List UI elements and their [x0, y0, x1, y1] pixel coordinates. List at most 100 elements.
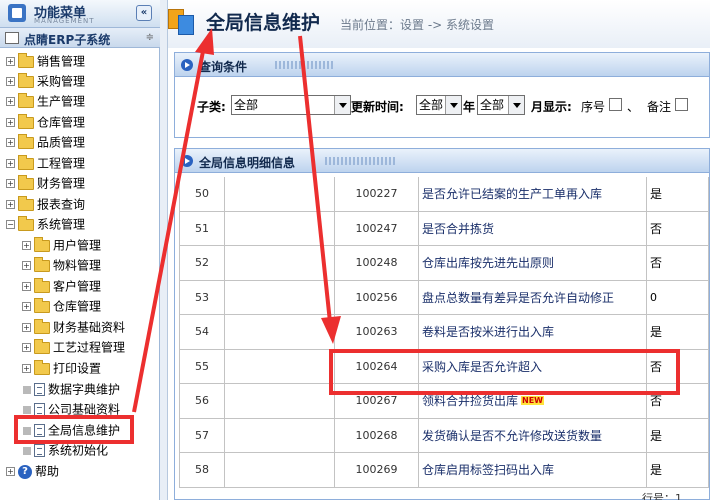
empty-cell — [225, 384, 335, 418]
sidebar-item-quality[interactable]: + 品质管理 — [6, 133, 85, 151]
sidebar-item-label: 物料管理 — [53, 258, 102, 273]
value-cell[interactable]: 是 — [647, 177, 709, 211]
sidebar-item-sales[interactable]: + 销售管理 — [6, 52, 85, 70]
expand-icon[interactable]: + — [6, 118, 15, 127]
row-indicator: 行号：1 — [642, 492, 682, 500]
new-badge: NEW — [521, 396, 544, 406]
update-time-select[interactable]: 全部 — [416, 95, 462, 115]
sidebar-item-materials[interactable]: + 物料管理 — [22, 256, 101, 274]
sidebar-item-label: 系统管理 — [37, 217, 86, 232]
expand-icon[interactable]: + — [6, 467, 15, 476]
sidebar-item-warehouse[interactable]: + 仓库管理 — [6, 113, 85, 131]
update-time-label: 更新时间: — [351, 100, 404, 114]
expand-icon[interactable]: + — [22, 241, 31, 250]
value-cell[interactable]: 否 — [647, 211, 709, 245]
code-cell: 100227 — [335, 177, 419, 211]
collapse-sidebar-button[interactable]: « — [136, 5, 152, 21]
sidebar-item-label: 数据字典维护 — [48, 382, 121, 397]
note-checkbox[interactable] — [675, 98, 688, 111]
table-row[interactable]: 51 100247 是否合并拣货否 — [179, 211, 709, 246]
document-icon — [34, 444, 45, 457]
module-icon — [168, 5, 196, 37]
sidebar-item-label: 采购管理 — [37, 74, 86, 89]
type-select[interactable]: 全部 — [231, 95, 351, 115]
expand-icon[interactable]: + — [22, 323, 31, 332]
menu-icon — [8, 4, 26, 22]
value-cell[interactable]: 是 — [647, 453, 709, 487]
folder-icon — [34, 359, 50, 375]
folder-open-icon — [18, 215, 34, 231]
table-row[interactable]: 52 100248 仓库出库按先进先出原则否 — [179, 246, 709, 281]
collapse-icon[interactable]: − — [6, 220, 15, 229]
folder-icon — [34, 338, 50, 354]
year-select[interactable]: 全部 — [477, 95, 525, 115]
value-cell[interactable]: 是 — [647, 315, 709, 349]
sidebar-item-reports[interactable]: + 报表查询 — [6, 195, 85, 213]
sidebar-item-label: 品质管理 — [37, 135, 86, 150]
sidebar-item-label: 财务基础资料 — [53, 320, 126, 335]
splitter-bar[interactable] — [160, 0, 168, 500]
sidebar-item-process[interactable]: + 工艺过程管理 — [22, 338, 125, 356]
sidebar-item-purchase[interactable]: + 采购管理 — [6, 72, 85, 90]
year-select-value: 全部 — [480, 98, 505, 112]
value-cell[interactable]: 是 — [647, 418, 709, 452]
value-cell[interactable]: 否 — [647, 246, 709, 280]
chevron-down-icon — [445, 96, 461, 114]
expand-icon[interactable]: + — [22, 302, 31, 311]
value-cell[interactable]: 0 — [647, 280, 709, 314]
system-options-icon[interactable]: ≑ — [146, 32, 154, 43]
expand-icon[interactable]: + — [6, 179, 15, 188]
system-selector[interactable]: 点睛ERP子系统 ≑ — [0, 28, 160, 48]
sidebar-item-engineering[interactable]: + 工程管理 — [6, 154, 85, 172]
description-cell: 盘点总数量有差异是否允许自动修正 — [419, 280, 647, 314]
sidebar-item-label: 客户管理 — [53, 279, 102, 294]
sidebar-item-dictionary[interactable]: 数据字典维护 — [23, 380, 120, 398]
sidebar-item-help[interactable]: +? 帮助 — [6, 462, 59, 480]
row-number: 54 — [179, 315, 225, 349]
sidebar-item-production[interactable]: + 生产管理 — [6, 92, 85, 110]
sidebar-item-finance-base[interactable]: + 财务基础资料 — [22, 318, 125, 336]
expand-icon[interactable]: + — [22, 364, 31, 373]
expand-icon[interactable]: + — [6, 200, 15, 209]
expand-icon[interactable]: + — [22, 282, 31, 291]
code-cell: 100256 — [335, 280, 419, 314]
sidebar-item-label: 工艺过程管理 — [53, 340, 126, 355]
sidebar-item-label: 用户管理 — [53, 238, 102, 253]
sidebar-item-label: 生产管理 — [37, 94, 86, 109]
folder-icon — [34, 277, 50, 293]
sidebar-item-label: 仓库管理 — [37, 115, 86, 130]
table-row[interactable]: 57 100268 发货确认是否不允许修改送货数量是 — [179, 418, 709, 453]
page-title: 全局信息维护 — [206, 12, 321, 34]
table-row[interactable]: 58 100269 仓库启用标签扫码出入库是 — [179, 453, 709, 488]
sidebar-item-users[interactable]: + 用户管理 — [22, 236, 101, 254]
expand-icon[interactable]: + — [22, 343, 31, 352]
seq-checkbox[interactable] — [609, 98, 622, 111]
expand-icon[interactable]: + — [6, 138, 15, 147]
main-content: 全局信息维护 当前位置：设置 -> 系统设置 查询条件 子类: 全部 更新时间:… — [168, 0, 710, 500]
expand-icon[interactable]: + — [6, 77, 15, 86]
description-cell: 是否合并拣货 — [419, 211, 647, 245]
sidebar-item-label: 帮助 — [35, 464, 60, 479]
sidebar-item-label: 销售管理 — [37, 54, 86, 69]
sidebar-item-print[interactable]: + 打印设置 — [22, 359, 101, 377]
expand-icon[interactable]: + — [22, 261, 31, 270]
tree-leaf-icon — [23, 385, 31, 394]
sidebar-item-warehouse-sub[interactable]: + 仓库管理 — [22, 297, 101, 315]
expand-icon[interactable]: + — [6, 97, 15, 106]
empty-cell — [225, 349, 335, 383]
row-number: 53 — [179, 280, 225, 314]
empty-cell — [225, 246, 335, 280]
panel-toggle-icon[interactable] — [181, 59, 193, 71]
row-number: 56 — [179, 384, 225, 418]
panel-toggle-icon[interactable] — [181, 155, 193, 167]
sidebar-item-customers[interactable]: + 客户管理 — [22, 277, 101, 295]
expand-icon[interactable]: + — [6, 159, 15, 168]
sidebar-item-system[interactable]: − 系统管理 — [6, 215, 85, 233]
table-row[interactable]: 53 100256 盘点总数量有差异是否允许自动修正 0 — [179, 280, 709, 315]
sidebar-item-finance[interactable]: + 财务管理 — [6, 174, 85, 192]
table-row[interactable]: 54 100263 卷料是否按米进行出入库是 — [179, 315, 709, 350]
expand-icon[interactable]: + — [6, 57, 15, 66]
header-hatch — [325, 157, 397, 165]
detail-panel: 全局信息明细信息 50 100227 是否允许已结案的生产工单再入库是 51 1002… — [174, 148, 710, 500]
table-row[interactable]: 50 100227 是否允许已结案的生产工单再入库是 — [179, 177, 709, 212]
